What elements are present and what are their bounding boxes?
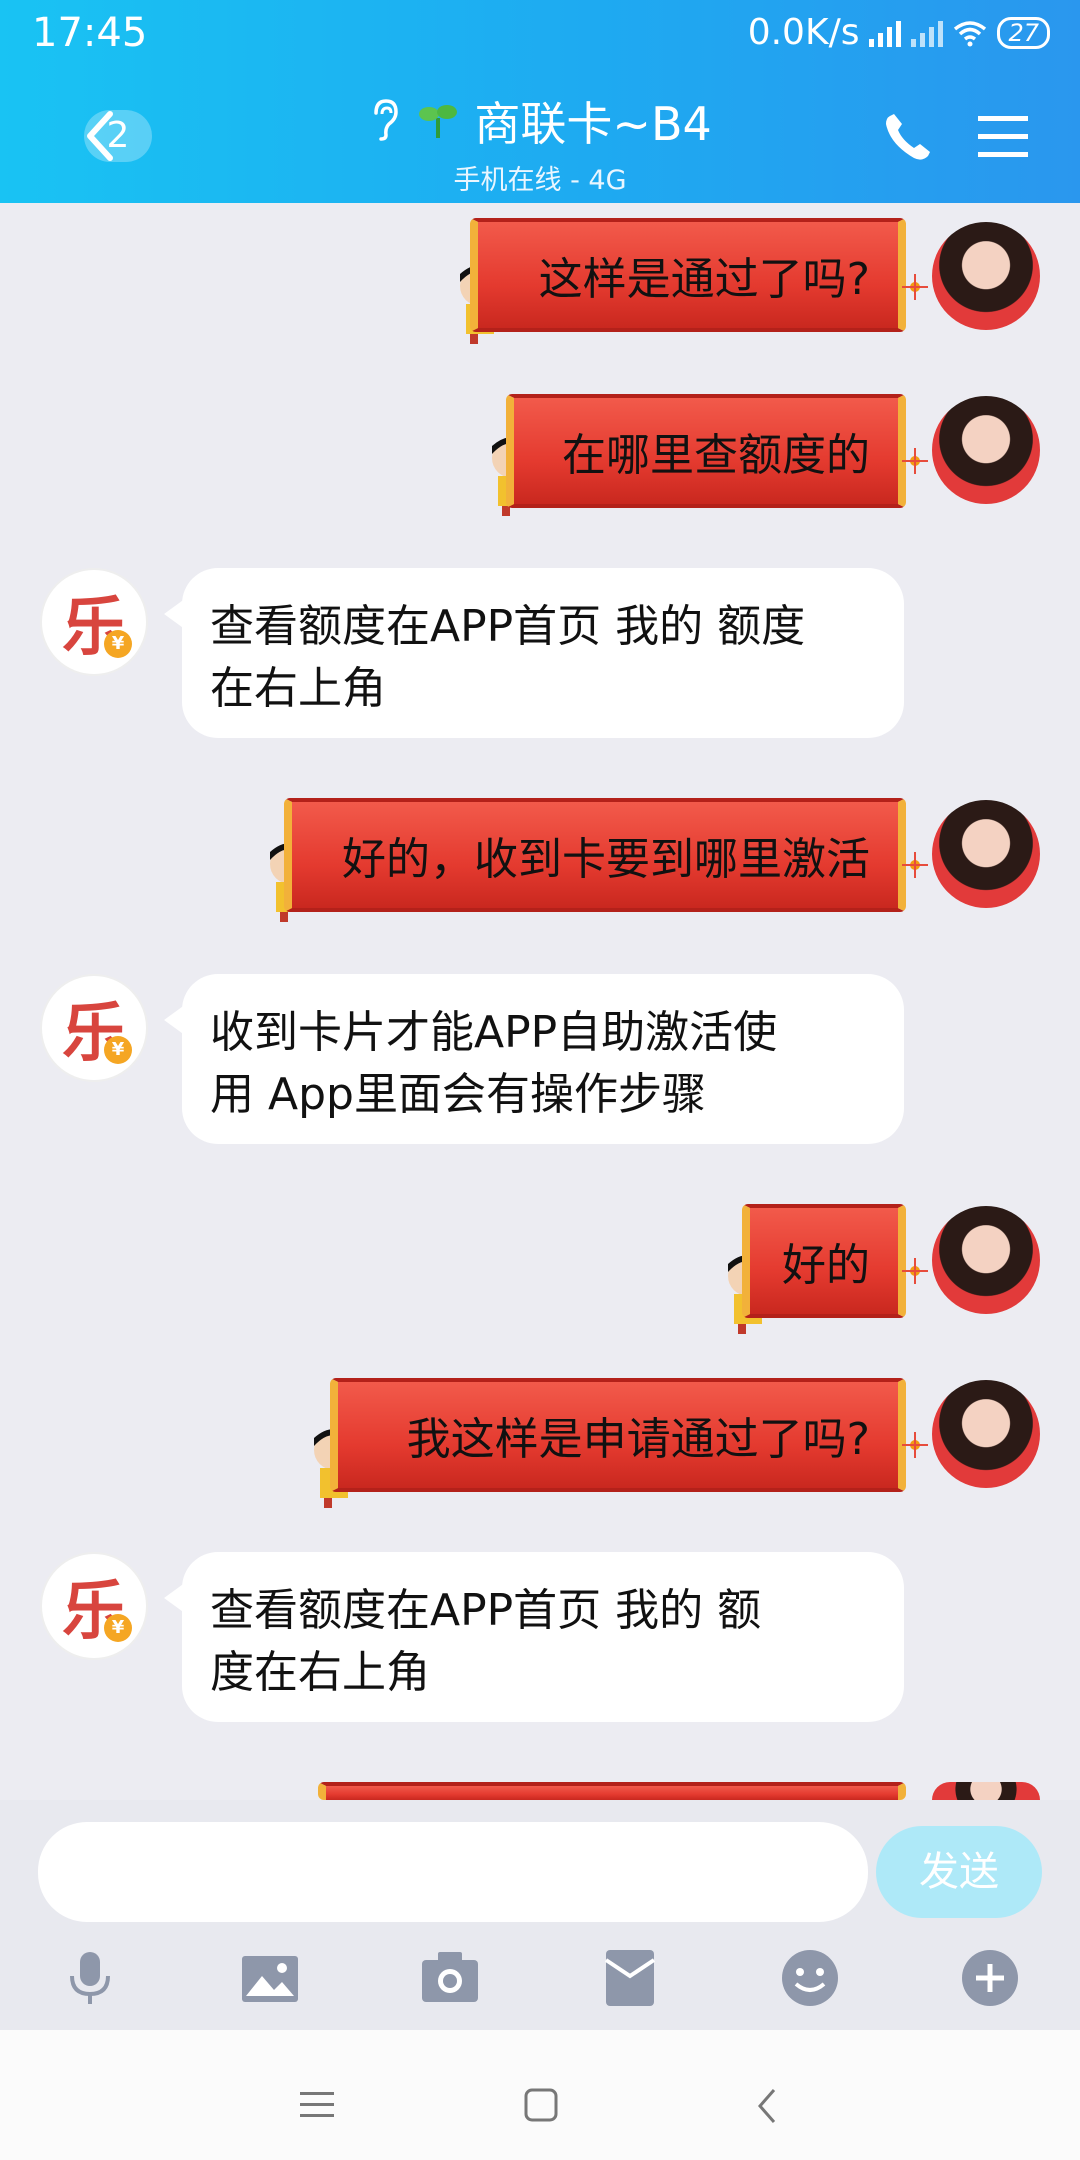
status-time: 17:45	[32, 10, 148, 56]
status-bar: 17:45 0.0K/s 27	[0, 0, 1080, 68]
sparkle-icon	[902, 448, 928, 474]
message-bubble-sent[interactable]: 这样是通过了吗?	[470, 218, 906, 332]
message-bubble-sent[interactable]: 好的，收到卡要到哪里激活	[284, 798, 906, 912]
my-avatar[interactable]	[932, 1782, 1040, 1800]
yuan-badge-icon: ¥	[104, 630, 132, 658]
status-indicators: 0.0K/s 27	[748, 12, 1050, 53]
message-bubble-sent[interactable]: 好的	[742, 1204, 906, 1318]
chat-title: 商联卡~B4	[474, 97, 712, 151]
yuan-badge-icon: ¥	[104, 1614, 132, 1642]
message-text: 好的	[782, 1240, 870, 1291]
my-avatar[interactable]	[932, 1206, 1040, 1314]
sprout-icon	[417, 98, 459, 144]
red-packet-icon[interactable]	[598, 1946, 662, 2010]
message-text-line: 收到卡片才能APP自助激活使	[210, 1007, 778, 1058]
yuan-badge-icon: ¥	[104, 1036, 132, 1064]
plus-icon[interactable]	[958, 1946, 1022, 2010]
contact-avatar[interactable]: 乐 ¥	[40, 1552, 148, 1660]
recents-menu-icon[interactable]	[300, 2090, 334, 2120]
message-bubble-sent-partial[interactable]	[318, 1782, 906, 1800]
message-text-line: 查看额度在APP首页 我的 额	[210, 1585, 762, 1636]
message-input[interactable]	[38, 1822, 868, 1922]
chat-title-area[interactable]: 商联卡~B4 手机在线 - 4G	[300, 88, 780, 197]
microphone-icon[interactable]	[58, 1946, 122, 2010]
chat-header: 17:45 0.0K/s 27 2 商联卡~B4 手机在线 - 4G	[0, 0, 1080, 203]
my-avatar[interactable]	[932, 222, 1040, 330]
message-text-line: 度在右上角	[210, 1647, 430, 1698]
message-text: 好的，收到卡要到哪里激活	[342, 834, 870, 885]
message-text: 在哪里查额度的	[562, 430, 870, 481]
contact-avatar[interactable]: 乐 ¥	[40, 974, 148, 1082]
signal-icon-2	[911, 19, 944, 47]
my-avatar[interactable]	[932, 396, 1040, 504]
message-bubble-received[interactable]: 查看额度在APP首页 我的 额度 在右上角	[164, 568, 904, 738]
message-bubble-received[interactable]: 收到卡片才能APP自助激活使 用 App里面会有操作步骤	[164, 974, 904, 1144]
unread-count-badge[interactable]: 2	[84, 110, 152, 162]
network-speed: 0.0K/s	[747, 12, 860, 53]
message-text-line: 查看额度在APP首页 我的 额度	[210, 601, 806, 652]
emoji-icon[interactable]	[778, 1946, 842, 2010]
ear-icon	[368, 97, 402, 145]
my-avatar[interactable]	[932, 800, 1040, 908]
message-bubble-sent[interactable]: 我这样是申请通过了吗?	[330, 1378, 906, 1492]
contact-avatar[interactable]: 乐 ¥	[40, 568, 148, 676]
message-text-line: 在右上角	[210, 663, 386, 714]
system-nav-bar	[0, 2030, 1080, 2160]
wifi-icon	[954, 20, 987, 46]
message-bubble-sent[interactable]: 在哪里查额度的	[506, 394, 906, 508]
battery-indicator: 27	[997, 16, 1050, 49]
home-square-icon[interactable]	[524, 2088, 558, 2122]
message-text-line: 用 App里面会有操作步骤	[210, 1069, 706, 1120]
signal-icon	[869, 19, 902, 47]
menu-icon[interactable]	[978, 112, 1028, 160]
sparkle-icon	[902, 1258, 928, 1284]
message-text: 这样是通过了吗?	[538, 254, 870, 305]
image-icon[interactable]	[238, 1946, 302, 2010]
send-button[interactable]: 发送	[876, 1826, 1042, 1918]
back-triangle-icon[interactable]	[756, 2088, 778, 2124]
online-status: 手机在线 - 4G	[453, 165, 627, 196]
sparkle-icon	[902, 1432, 928, 1458]
sparkle-icon	[902, 274, 928, 300]
camera-icon[interactable]	[418, 1946, 482, 2010]
message-bubble-received[interactable]: 查看额度在APP首页 我的 额 度在右上角	[164, 1552, 904, 1722]
sparkle-icon	[902, 852, 928, 878]
phone-call-icon[interactable]	[880, 110, 936, 166]
message-text: 我这样是申请通过了吗?	[406, 1414, 870, 1465]
my-avatar[interactable]	[932, 1380, 1040, 1488]
